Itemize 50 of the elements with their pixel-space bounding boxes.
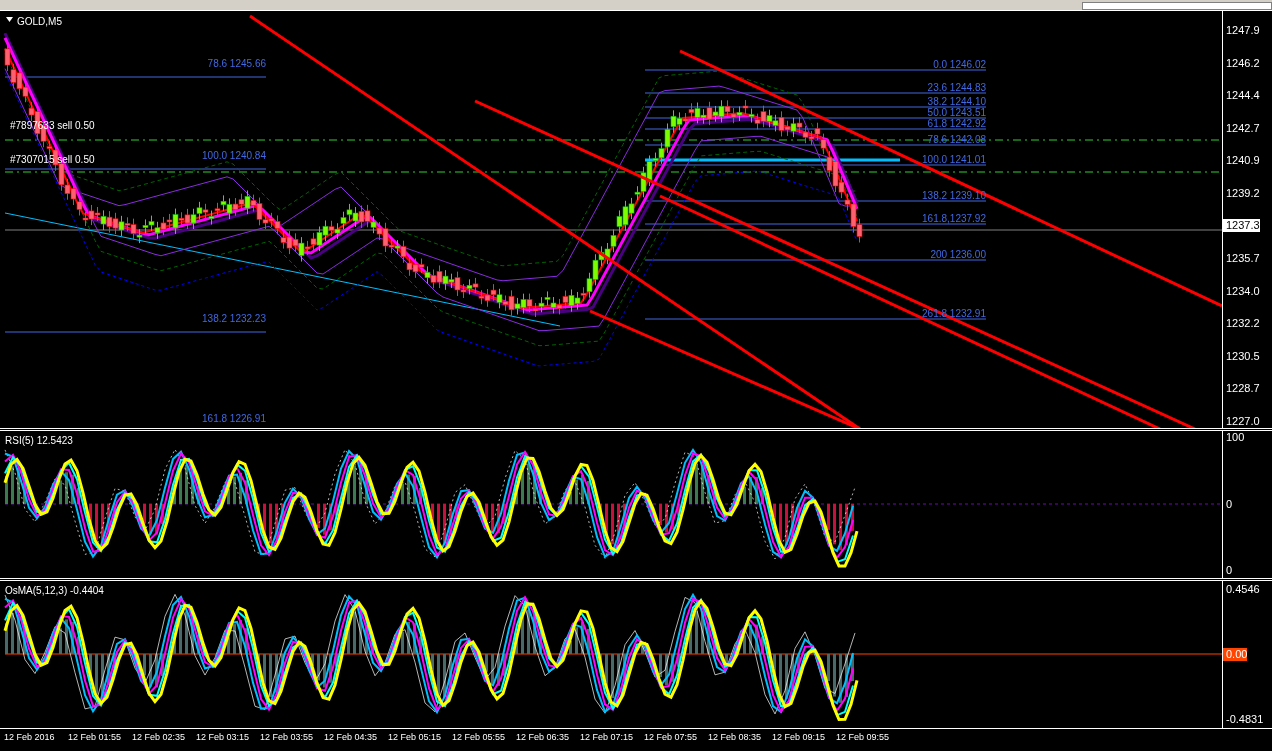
axis-label: 0.00: [1223, 648, 1248, 661]
axis-label: 1235.7: [1225, 252, 1260, 266]
time-label: 12 Feb 08:35: [708, 731, 763, 744]
axis-label: 0: [1225, 497, 1233, 511]
axis-label: 1242.7: [1225, 121, 1260, 135]
axis-label: 1246.2: [1225, 56, 1260, 70]
time-label: 12 Feb 01:55: [68, 731, 123, 744]
time-label: 12 Feb 05:15: [388, 731, 443, 744]
fibonacci-label: 161.8,1237.92: [922, 213, 986, 224]
fibonacci-label: 50.0 1243.51: [927, 107, 986, 118]
time-label: 12 Feb 05:55: [452, 731, 507, 744]
fibonacci-label: 100.0 1241.01: [922, 154, 986, 165]
axis-label: 0: [1225, 564, 1233, 577]
fibonacci-label: 161.8 1226.91: [202, 412, 266, 426]
axis-label: 1228.7: [1225, 382, 1260, 396]
axis-label: 1232.2: [1225, 317, 1260, 331]
time-label: 12 Feb 2016: [4, 731, 56, 744]
fibonacci-label: 138.2 1239.10: [922, 190, 986, 201]
axis-label: 1230.5: [1225, 349, 1260, 363]
axis-label: 100: [1225, 431, 1245, 444]
time-label: 12 Feb 03:15: [196, 731, 251, 744]
axis-label: 1247.9: [1225, 24, 1260, 37]
fibonacci-label: 78.6 1242.08: [927, 134, 986, 145]
fibonacci-label: 200 1236.00: [930, 249, 986, 260]
axis-label: 1237.3: [1223, 219, 1260, 233]
axis-label: 0.4546: [1225, 583, 1260, 596]
time-label: 12 Feb 07:15: [580, 731, 635, 744]
time-label: 12 Feb 09:15: [772, 731, 827, 744]
axis-label: 1234.0: [1225, 284, 1260, 298]
fibonacci-label: 61.8 1242.92: [927, 118, 986, 129]
chart-title: GOLD,M5: [17, 15, 62, 29]
axis-label: 1240.9: [1225, 154, 1260, 168]
indicator-title: OsMA(5,12,3) -0.4404: [5, 584, 104, 598]
time-label: 12 Feb 09:55: [836, 731, 891, 744]
fibonacci-label: 138.2 1232.23: [202, 312, 266, 326]
fibonacci-label: 0.0 1246.02: [933, 59, 986, 70]
time-label: 12 Feb 06:35: [516, 731, 571, 744]
time-label: 12 Feb 04:35: [324, 731, 379, 744]
axis-label: 1244.4: [1225, 89, 1260, 103]
fibonacci-label: 38.2 1244.10: [927, 96, 986, 107]
fibonacci-label: 23.6 1244.83: [927, 82, 986, 93]
axis-label: 1239.2: [1225, 186, 1260, 200]
indicator-title: RSI(5) 12.5423: [5, 434, 73, 448]
fibonacci-label: 78.6 1245.66: [207, 57, 266, 71]
time-label: 12 Feb 02:35: [132, 731, 187, 744]
time-label: 12 Feb 07:55: [644, 731, 699, 744]
axis-label: 1227.0: [1225, 414, 1260, 428]
axis-label: -0.4831: [1225, 713, 1264, 726]
fibonacci-label: 100.0 1240.84: [202, 149, 266, 163]
time-label: 12 Feb 03:55: [260, 731, 315, 744]
